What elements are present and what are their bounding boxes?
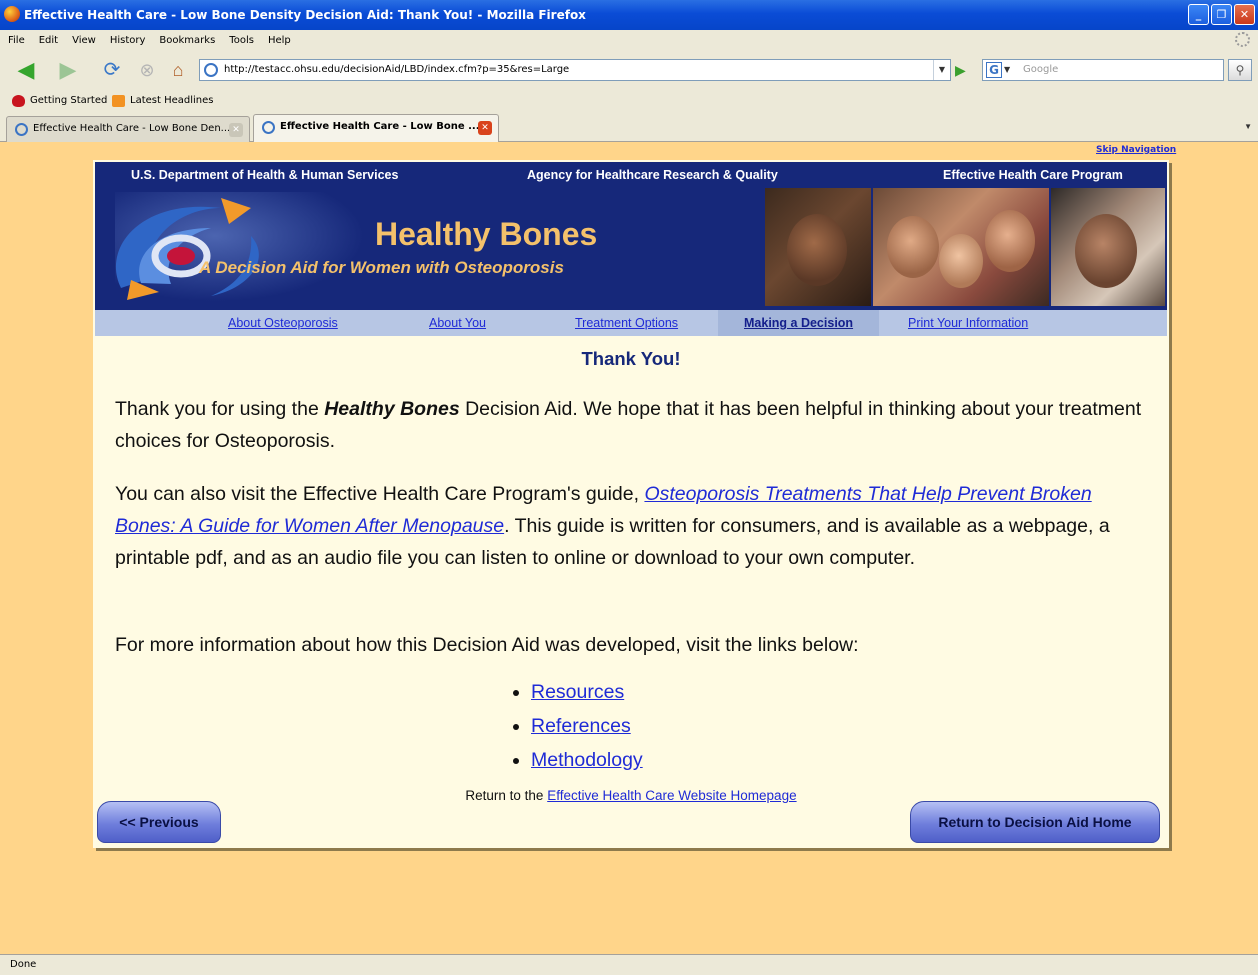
tab-label: Effective Health Care - Low Bone ... bbox=[280, 121, 480, 132]
tab-list-chevron-icon[interactable]: ▼ bbox=[1244, 122, 1252, 131]
list-item: Methodology bbox=[513, 743, 643, 777]
header-banner: U.S. Department of Health & Human Servic… bbox=[95, 162, 1167, 310]
go-arrow-icon[interactable]: ▶ bbox=[955, 62, 971, 78]
menu-file[interactable]: File bbox=[8, 35, 25, 46]
bookmarks-toolbar: Getting Started Latest Headlines bbox=[0, 90, 1258, 112]
menu-history[interactable]: History bbox=[110, 35, 146, 46]
maximize-button[interactable]: ❐ bbox=[1211, 4, 1232, 25]
tab-bar: Effective Health Care - Low Bone Den... … bbox=[0, 112, 1258, 142]
magnifier-icon[interactable]: ⚲ bbox=[1228, 59, 1252, 81]
ehc-link[interactable]: Effective Health Care Program bbox=[943, 168, 1123, 182]
nav-making-a-decision[interactable]: Making a Decision bbox=[718, 310, 880, 336]
bookmark-getting-started[interactable]: Getting Started bbox=[12, 90, 107, 112]
nav-about-you[interactable]: About You bbox=[429, 310, 486, 336]
menu-edit[interactable]: Edit bbox=[39, 35, 58, 46]
close-tab-icon[interactable]: ✕ bbox=[478, 121, 492, 135]
resources-link[interactable]: Resources bbox=[531, 681, 624, 703]
menu-bar: File Edit View History Bookmarks Tools H… bbox=[0, 30, 1258, 50]
home-icon[interactable]: ⌂ bbox=[166, 58, 190, 82]
close-window-button[interactable]: ✕ bbox=[1234, 4, 1255, 25]
p1-text: Thank you for using the bbox=[115, 398, 325, 420]
page-icon bbox=[204, 63, 218, 77]
menu-help[interactable]: Help bbox=[268, 35, 291, 46]
forward-arrow-icon[interactable]: ▶ bbox=[52, 58, 84, 82]
status-bar: Done bbox=[0, 954, 1258, 975]
bookmark-latest-headlines[interactable]: Latest Headlines bbox=[112, 90, 214, 112]
menu-tools[interactable]: Tools bbox=[229, 35, 254, 46]
throbber-icon bbox=[1235, 32, 1250, 47]
return-to-home-button[interactable]: Return to Decision Aid Home bbox=[910, 801, 1160, 843]
stop-icon[interactable]: ⊗ bbox=[135, 58, 159, 82]
return-text: Return to the bbox=[465, 788, 548, 803]
bookmark-label: Getting Started bbox=[30, 95, 108, 106]
page-icon bbox=[262, 121, 275, 134]
methodology-link[interactable]: Methodology bbox=[531, 749, 643, 771]
tab-2-active[interactable]: Effective Health Care - Low Bone ... ✕ bbox=[253, 114, 499, 142]
bookmark-label: Latest Headlines bbox=[130, 95, 214, 106]
minimize-button[interactable]: _ bbox=[1188, 4, 1209, 25]
tab-1[interactable]: Effective Health Care - Low Bone Den... … bbox=[6, 116, 250, 142]
p2-text: You can also visit the Effective Health … bbox=[115, 483, 645, 505]
chevron-down-icon[interactable]: ▼ bbox=[933, 60, 950, 80]
firefox-icon bbox=[4, 6, 20, 22]
status-text: Done bbox=[10, 959, 37, 970]
nav-about-osteoporosis[interactable]: About Osteoporosis bbox=[228, 310, 338, 336]
list-item: References bbox=[513, 709, 643, 743]
menu-bookmarks[interactable]: Bookmarks bbox=[159, 35, 215, 46]
rss-icon bbox=[112, 95, 125, 107]
google-engine-icon[interactable]: G bbox=[986, 62, 1002, 78]
page-title: Thank You! bbox=[581, 348, 681, 369]
close-tab-icon[interactable]: ✕ bbox=[229, 123, 243, 137]
engine-chevron-down-icon[interactable]: ▼ bbox=[1004, 60, 1010, 80]
menu-view[interactable]: View bbox=[72, 35, 96, 46]
banner-photo-elder bbox=[1051, 188, 1165, 306]
p1-emphasis: Healthy Bones bbox=[324, 398, 460, 420]
tab-label: Effective Health Care - Low Bone Den... bbox=[33, 123, 231, 134]
address-bar[interactable]: http://testacc.ohsu.edu/decisionAid/LBD/… bbox=[199, 59, 951, 81]
back-arrow-icon[interactable]: ◀ bbox=[10, 58, 42, 82]
site-subtitle: A Decision Aid for Women with Osteoporos… bbox=[199, 258, 564, 277]
section-nav: About Osteoporosis About You Treatment O… bbox=[95, 310, 1167, 336]
banner-photo-family bbox=[873, 188, 1049, 306]
nav-treatment-options[interactable]: Treatment Options bbox=[575, 310, 678, 336]
resource-links-list: Resources References Methodology bbox=[513, 675, 643, 777]
address-url: http://testacc.ohsu.edu/decisionAid/LBD/… bbox=[224, 64, 570, 75]
guide-paragraph: You can also visit the Effective Health … bbox=[115, 478, 1145, 574]
window-titlebar: Effective Health Care - Low Bone Density… bbox=[0, 0, 1258, 30]
search-placeholder: Google bbox=[1023, 64, 1059, 75]
hhs-link[interactable]: U.S. Department of Health & Human Servic… bbox=[131, 168, 398, 182]
reload-icon[interactable]: ⟳ bbox=[100, 58, 124, 82]
firefox-bookmark-icon bbox=[12, 95, 25, 107]
site-title: Healthy Bones bbox=[375, 216, 598, 252]
window-title: Effective Health Care - Low Bone Density… bbox=[24, 8, 586, 22]
more-info-paragraph: For more information about how this Deci… bbox=[115, 634, 859, 656]
previous-button[interactable]: << Previous bbox=[97, 801, 221, 843]
nav-print-your-information[interactable]: Print Your Information bbox=[908, 310, 1028, 336]
page-container: U.S. Department of Health & Human Servic… bbox=[93, 160, 1169, 848]
list-item: Resources bbox=[513, 675, 643, 709]
ehc-homepage-link[interactable]: Effective Health Care Website Homepage bbox=[547, 788, 796, 803]
navigation-toolbar: ◀ ▶ ⟳ ⊗ ⌂ http://testacc.ohsu.edu/decisi… bbox=[0, 50, 1258, 90]
references-link[interactable]: References bbox=[531, 715, 631, 737]
page-icon bbox=[15, 123, 28, 136]
ahrq-link[interactable]: Agency for Healthcare Research & Quality bbox=[527, 168, 778, 182]
search-input[interactable]: G ▼ Google bbox=[982, 59, 1224, 81]
ehc-logo-icon bbox=[115, 198, 259, 300]
thank-you-paragraph: Thank you for using the Healthy Bones De… bbox=[115, 393, 1145, 457]
banner-photo-woman bbox=[765, 188, 871, 306]
skip-navigation-link[interactable]: Skip Navigation bbox=[1096, 145, 1176, 155]
